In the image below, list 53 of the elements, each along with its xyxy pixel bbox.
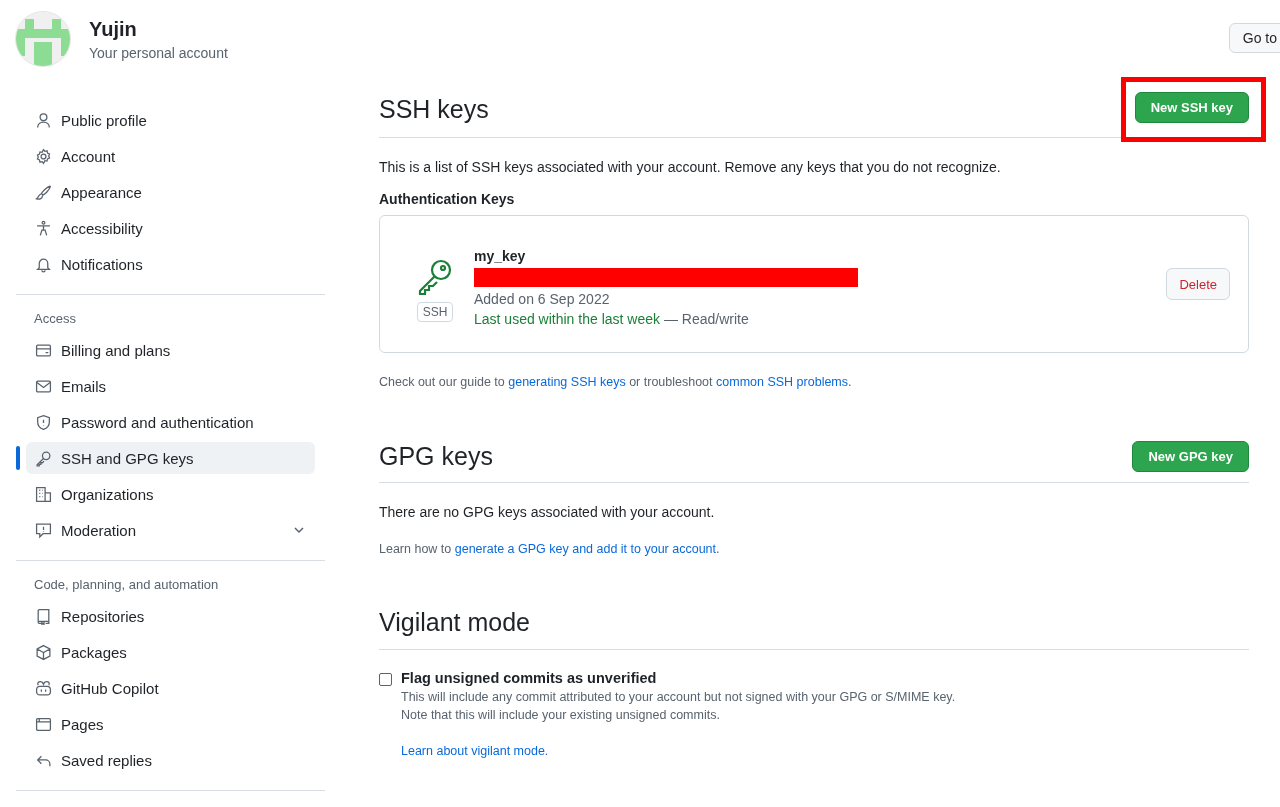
sidebar-item[interactable]: Appearance: [26, 176, 315, 208]
sidebar-item[interactable]: Password and authentication: [26, 406, 315, 438]
sidebar-item-icon: [35, 521, 52, 539]
sidebar-item-icon: [35, 219, 52, 237]
sidebar-item[interactable]: Moderation: [26, 514, 315, 546]
delete-button[interactable]: Delete: [1166, 268, 1230, 300]
sidebar-item-icon: [35, 643, 52, 661]
key-usage: Last used within the last week — Read/write: [474, 310, 750, 327]
section-title: SSH keys: [379, 95, 489, 124]
sidebar-item[interactable]: Packages: [26, 636, 315, 668]
sidebar-item[interactable]: Account: [26, 140, 315, 172]
key-title: my_key: [474, 247, 527, 264]
sidebar-item[interactable]: Pages: [26, 708, 315, 740]
selection-indicator: [16, 446, 20, 470]
key-added-date: Added on 6 Sep 2022: [474, 290, 611, 307]
sidebar-item-icon: [35, 111, 52, 129]
sidebar-item-icon: [35, 607, 52, 625]
sidebar-item[interactable]: Emails: [26, 370, 315, 402]
description: There are no GPG keys associated with your account.: [379, 504, 716, 520]
sidebar-item[interactable]: Billing and plans: [26, 334, 315, 366]
key-icon: [416, 258, 454, 296]
sidebar-item-icon: [35, 449, 52, 467]
sidebar-heading: Code, planning, and automation: [33, 577, 220, 594]
help-link[interactable]: generating SSH keys: [508, 375, 626, 389]
help-text: Check out our guide to generating SSH keys or troubleshoot common SSH problems.: [379, 375, 853, 389]
key-type-badge: SSH: [416, 302, 454, 322]
sidebar-item[interactable]: GitHub Copilot: [26, 672, 315, 704]
sidebar-item-icon: [35, 679, 52, 697]
option-note: This will include any commit attributed to your account but not signed with your GPG or S/MIME key.: [401, 690, 956, 704]
sidebar-item-icon: [35, 715, 52, 733]
sidebar-item-icon: [35, 183, 52, 201]
sidebar-heading: Access: [33, 311, 77, 328]
vigilant-mode-link[interactable]: Learn about vigilant mode.: [401, 744, 549, 758]
account-subtitle: Your personal account: [89, 44, 228, 61]
checkbox-label[interactable]: Flag unsigned commits as unverified: [401, 670, 956, 686]
description: This is a list of SSH keys associated with your account. Remove any keys that you do not recognize.: [379, 159, 1002, 175]
sidebar-item[interactable]: Public profile: [26, 104, 315, 136]
sidebar-item-icon: [35, 147, 52, 165]
sidebar-item[interactable]: Organizations: [26, 478, 315, 510]
account-name: Yujin: [89, 17, 138, 41]
checkbox[interactable]: [379, 673, 392, 686]
sidebar-item[interactable]: Saved replies: [26, 744, 315, 776]
sidebar-item-icon: [35, 413, 52, 431]
sidebar-item[interactable]: Accessibility: [26, 212, 315, 244]
help-text: Learn how to generate a GPG key and add it to your account.: [379, 542, 721, 556]
sidebar-item[interactable]: Notifications: [26, 248, 315, 280]
option-note: Note that this will include your existing unsigned commits.: [401, 708, 721, 722]
go-to-button[interactable]: Go to: [1228, 23, 1280, 53]
sidebar-item[interactable]: Repositories: [26, 600, 315, 632]
subheading: Authentication Keys: [379, 191, 516, 207]
section-title: Vigilant mode: [379, 608, 531, 637]
sidebar-item-icon: [35, 485, 52, 503]
section-title: GPG keys: [379, 442, 493, 471]
